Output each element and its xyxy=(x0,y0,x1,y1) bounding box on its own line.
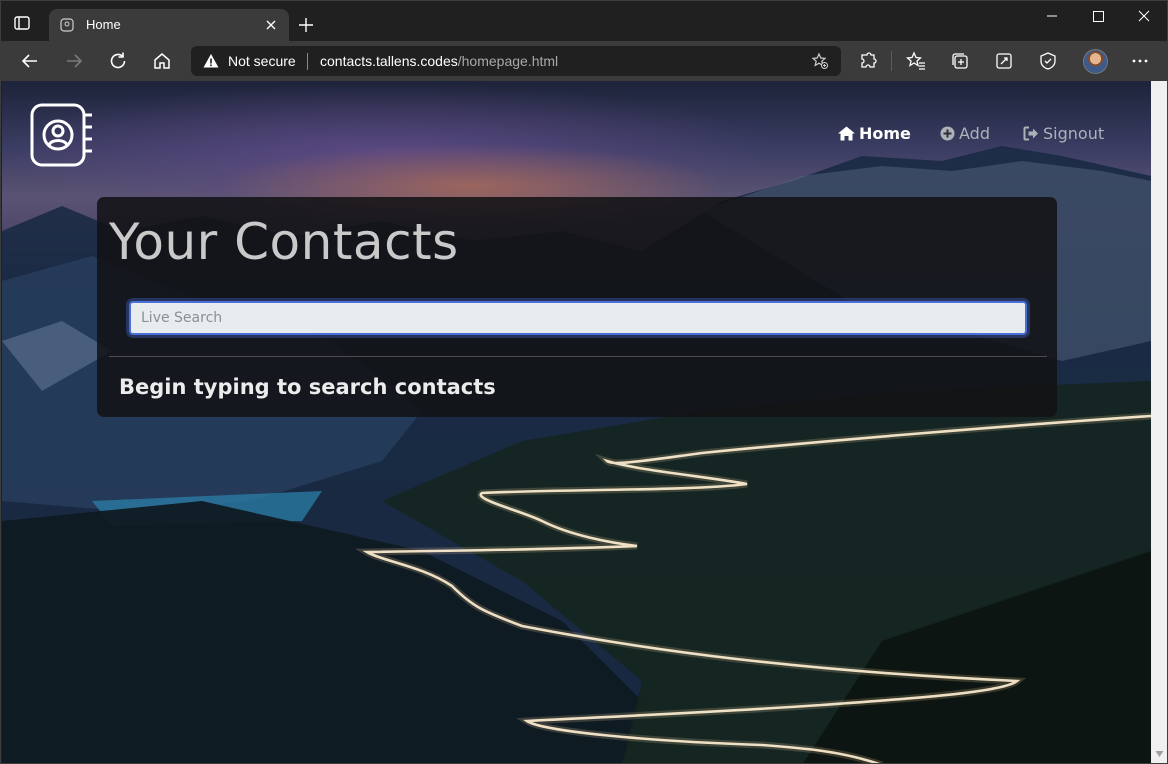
tab-home[interactable]: Home xyxy=(49,9,289,41)
minimize-icon[interactable] xyxy=(1029,1,1075,33)
collections-icon[interactable] xyxy=(948,49,972,73)
nav-add-label: Add xyxy=(959,124,990,143)
profile-avatar[interactable] xyxy=(1083,49,1108,74)
browser-window: Home Not secure contacts.tallens.codes/h… xyxy=(0,0,1168,764)
page-title: Your Contacts xyxy=(109,213,459,271)
add-favorite-icon[interactable] xyxy=(811,52,829,70)
contacts-favicon-icon xyxy=(60,18,74,32)
toolbar-divider xyxy=(891,51,892,71)
extensions-icon[interactable] xyxy=(856,49,880,73)
address-bar[interactable]: Not secure contacts.tallens.codes/homepa… xyxy=(191,46,841,76)
back-arrow-icon[interactable] xyxy=(18,49,42,73)
search-hint: Begin typing to search contacts xyxy=(119,375,496,399)
security-status[interactable]: Not secure xyxy=(228,53,296,69)
favorites-icon[interactable] xyxy=(904,49,928,73)
sign-out-icon xyxy=(1023,126,1038,141)
new-tab-icon[interactable] xyxy=(295,14,317,36)
page-scrollbar[interactable] xyxy=(1151,81,1167,763)
tab-title: Home xyxy=(86,17,121,32)
nav-add-link[interactable]: Add xyxy=(940,124,990,143)
mountain-road-background xyxy=(2,146,1151,763)
live-search-input[interactable] xyxy=(129,301,1027,335)
web-capture-icon[interactable] xyxy=(992,49,1016,73)
url-text[interactable]: contacts.tallens.codes/homepage.html xyxy=(320,53,558,69)
tab-close-icon[interactable] xyxy=(262,16,280,34)
contacts-panel: Your Contacts Begin typing to search con… xyxy=(97,197,1057,417)
home-icon[interactable] xyxy=(150,49,174,73)
contacts-book-logo-icon[interactable] xyxy=(30,103,94,167)
browser-toolbar: Not secure contacts.tallens.codes/homepa… xyxy=(1,41,1167,81)
nav-home-label: Home xyxy=(859,124,911,143)
more-options-icon[interactable] xyxy=(1128,49,1152,73)
home-nav-icon xyxy=(838,126,855,141)
nav-signout-label: Signout xyxy=(1043,124,1105,143)
nav-home-link[interactable]: Home xyxy=(838,124,911,143)
tab-actions-icon[interactable] xyxy=(11,12,33,34)
url-path: /homepage.html xyxy=(457,53,559,69)
url-host: contacts.tallens.codes xyxy=(320,53,458,69)
address-divider xyxy=(307,53,308,70)
window-close-icon[interactable] xyxy=(1121,1,1167,33)
browser-essentials-icon[interactable] xyxy=(1036,49,1060,73)
refresh-icon[interactable] xyxy=(106,49,130,73)
warning-icon[interactable] xyxy=(203,53,219,69)
forward-arrow-icon[interactable] xyxy=(62,49,86,73)
scroll-down-arrow-icon[interactable] xyxy=(1155,750,1164,758)
panel-divider xyxy=(109,356,1047,357)
nav-signout-link[interactable]: Signout xyxy=(1023,124,1104,143)
maximize-icon[interactable] xyxy=(1075,1,1121,33)
page-viewport: Home Add Signout Your Contacts Begin typ… xyxy=(2,81,1151,763)
tab-strip: Home xyxy=(1,1,1167,41)
plus-circle-icon xyxy=(940,126,955,141)
